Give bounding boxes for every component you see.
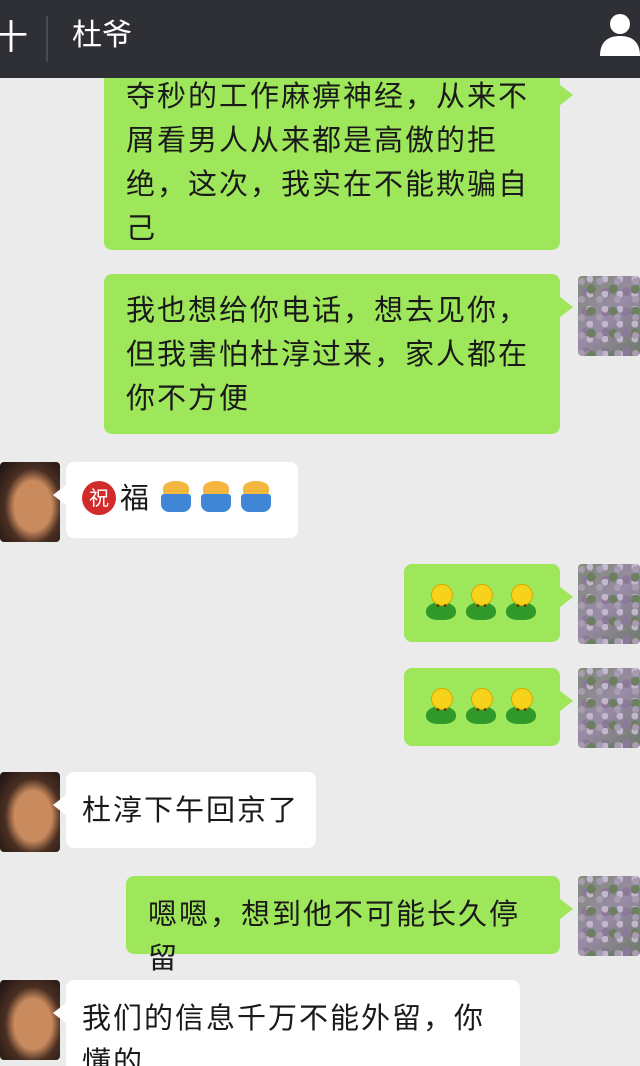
contact-avatar[interactable] xyxy=(0,462,60,542)
cake-icon xyxy=(161,481,192,515)
contact-avatar[interactable] xyxy=(0,772,60,852)
message-bubble-outgoing[interactable]: 嗯嗯，想到他不可能长久停留 xyxy=(126,876,573,975)
emoji-row xyxy=(426,584,542,629)
person-icon[interactable] xyxy=(596,10,640,58)
emoji-row xyxy=(426,688,542,733)
blessing-badge: 祝 xyxy=(82,481,116,515)
cake-icon xyxy=(241,481,272,515)
message-list[interactable]: 夺秒的工作麻痹神经，从来不屑看男人从来都是高傲的拒绝，这次，我实在不能欺骗自己 … xyxy=(0,78,640,1066)
message-text: 我们的信息千万不能外留，你懂的 xyxy=(82,1001,486,1066)
message-text: 我也想给你电话，想去见你，但我害怕杜淳过来，家人都在你不方便 xyxy=(126,293,530,415)
contact-avatar[interactable] xyxy=(0,980,60,1060)
message-text: 夺秒的工作麻痹神经，从来不屑看男人从来都是高傲的拒绝，这次，我实在不能欺骗自己 xyxy=(126,79,530,245)
chat-title: 杜爷 xyxy=(72,18,132,53)
my-avatar[interactable] xyxy=(578,276,640,356)
flower-icon xyxy=(466,688,496,733)
flower-icon xyxy=(506,688,536,733)
emoji-row: 祝 福 xyxy=(82,476,282,520)
my-avatar[interactable] xyxy=(578,564,640,644)
message-bubble-outgoing[interactable]: 我也想给你电话，想去见你，但我害怕杜淳过来，家人都在你不方便 xyxy=(104,274,573,434)
flower-icon xyxy=(466,584,496,629)
chat-header: 十 杜爷 xyxy=(0,0,640,78)
message-bubble-outgoing[interactable]: 夺秒的工作麻痹神经，从来不屑看男人从来都是高傲的拒绝，这次，我实在不能欺骗自己 xyxy=(104,78,573,250)
flower-icon xyxy=(426,584,456,629)
header-divider xyxy=(46,16,48,62)
message-bubble-incoming[interactable]: 杜淳下午回京了 xyxy=(53,772,316,848)
message-text: 嗯嗯，想到他不可能长久停留 xyxy=(148,897,521,975)
flower-icon xyxy=(426,688,456,733)
flower-icon xyxy=(506,584,536,629)
message-text: 杜淳下午回京了 xyxy=(82,793,300,827)
message-bubble-incoming[interactable]: 祝 福 xyxy=(53,462,298,538)
message-text: 福 xyxy=(120,481,152,515)
message-bubble-incoming[interactable]: 我们的信息千万不能外留，你懂的 xyxy=(53,980,520,1066)
message-bubble-outgoing[interactable] xyxy=(404,668,573,746)
message-bubble-outgoing[interactable] xyxy=(404,564,573,642)
cake-icon xyxy=(201,481,232,515)
back-button[interactable]: 十 xyxy=(0,18,28,58)
my-avatar[interactable] xyxy=(578,668,640,748)
my-avatar[interactable] xyxy=(578,876,640,956)
